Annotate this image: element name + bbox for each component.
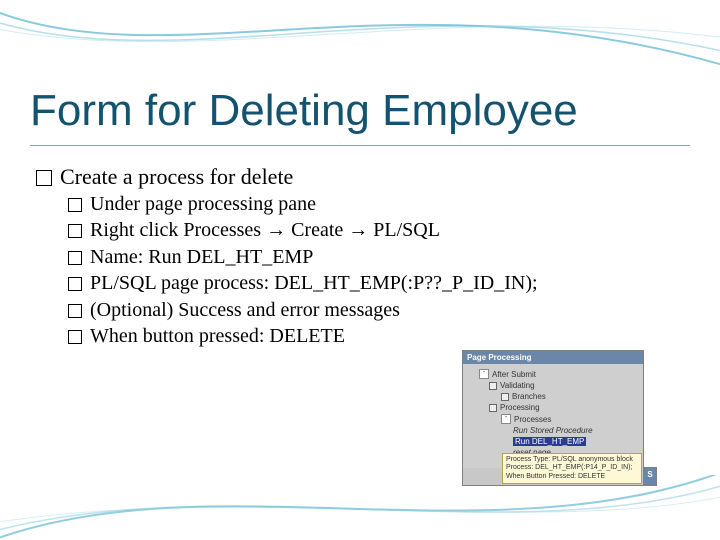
tree-branches: Branches	[469, 391, 639, 402]
bullet-sub-6-text: When button pressed: DELETE	[90, 323, 345, 349]
title-underline	[30, 145, 690, 146]
arrow-icon: →	[266, 219, 286, 241]
dot-icon	[489, 382, 497, 390]
decoration-swirl-top	[0, 0, 720, 70]
bullet-box-icon	[68, 330, 82, 344]
collapse-icon: -	[479, 369, 489, 379]
bullet-sub-3-text: Name: Run DEL_HT_EMP	[90, 244, 313, 270]
bullet-sub-2-pre: Right click Processes	[90, 219, 266, 241]
bullet-sub-5-text: (Optional) Success and error messages	[90, 297, 400, 323]
shot-header: Page Processing	[463, 351, 643, 364]
tree-run-del: Run DEL_HT_EMP	[469, 436, 639, 447]
bullet-sub-3: Name: Run DEL_HT_EMP	[36, 244, 690, 270]
bullet-sub-2-mid: Create	[286, 219, 348, 241]
bullet-sub-2: Right click Processes → Create → PL/SQL	[36, 217, 690, 243]
bullet-sub-4: PL/SQL page process: DEL_HT_EMP(:P??_P_I…	[36, 270, 690, 296]
tree-validating: Validating	[469, 380, 639, 391]
bullet-main: Create a process for delete	[36, 162, 690, 191]
bullet-sub-4-text: PL/SQL page process: DEL_HT_EMP(:P??_P_I…	[90, 270, 538, 296]
shot-tooltip: Process Type: PL/SQL anonymous block Pro…	[502, 453, 642, 484]
tooltip-line-2: Process: DEL_HT_EMP(:P14_P_ID_IN);	[506, 464, 638, 472]
collapse-icon: -	[501, 414, 511, 424]
bullet-sub-1-text: Under page processing pane	[90, 191, 316, 217]
tree-run-stored: Run Stored Procedure	[469, 425, 639, 436]
bullet-box-icon	[68, 251, 82, 265]
arrow-icon: →	[348, 219, 368, 241]
tooltip-line-3: When Button Pressed: DELETE	[506, 473, 638, 481]
bullet-main-text: Create a process for delete	[60, 162, 293, 191]
bullet-box-icon	[68, 304, 82, 318]
bullet-sub-1: Under page processing pane	[36, 191, 690, 217]
tree-after-submit: -After Submit	[469, 368, 639, 380]
tree-processing: Processing	[469, 402, 639, 413]
dot-icon	[489, 404, 497, 412]
bullet-sub-6: When button pressed: DELETE	[36, 323, 690, 349]
tree-processes: -Processes	[469, 413, 639, 425]
dot-icon	[501, 393, 509, 401]
bullet-sub-5: (Optional) Success and error messages	[36, 297, 690, 323]
slide-title: Form for Deleting Employee	[30, 88, 690, 134]
bullet-sub-2-post: PL/SQL	[368, 219, 440, 241]
embedded-screenshot: Page Processing -After Submit Validating…	[462, 350, 644, 486]
shot-side-tab: S	[644, 467, 657, 486]
slide-content: Create a process for delete Under page p…	[36, 162, 690, 349]
tooltip-line-1: Process Type: PL/SQL anonymous block	[506, 456, 638, 464]
bullet-box-icon	[36, 170, 52, 186]
bullet-sub-2-text: Right click Processes → Create → PL/SQL	[90, 217, 440, 243]
bullet-box-icon	[68, 198, 82, 212]
bullet-box-icon	[68, 224, 82, 238]
bullet-box-icon	[68, 277, 82, 291]
